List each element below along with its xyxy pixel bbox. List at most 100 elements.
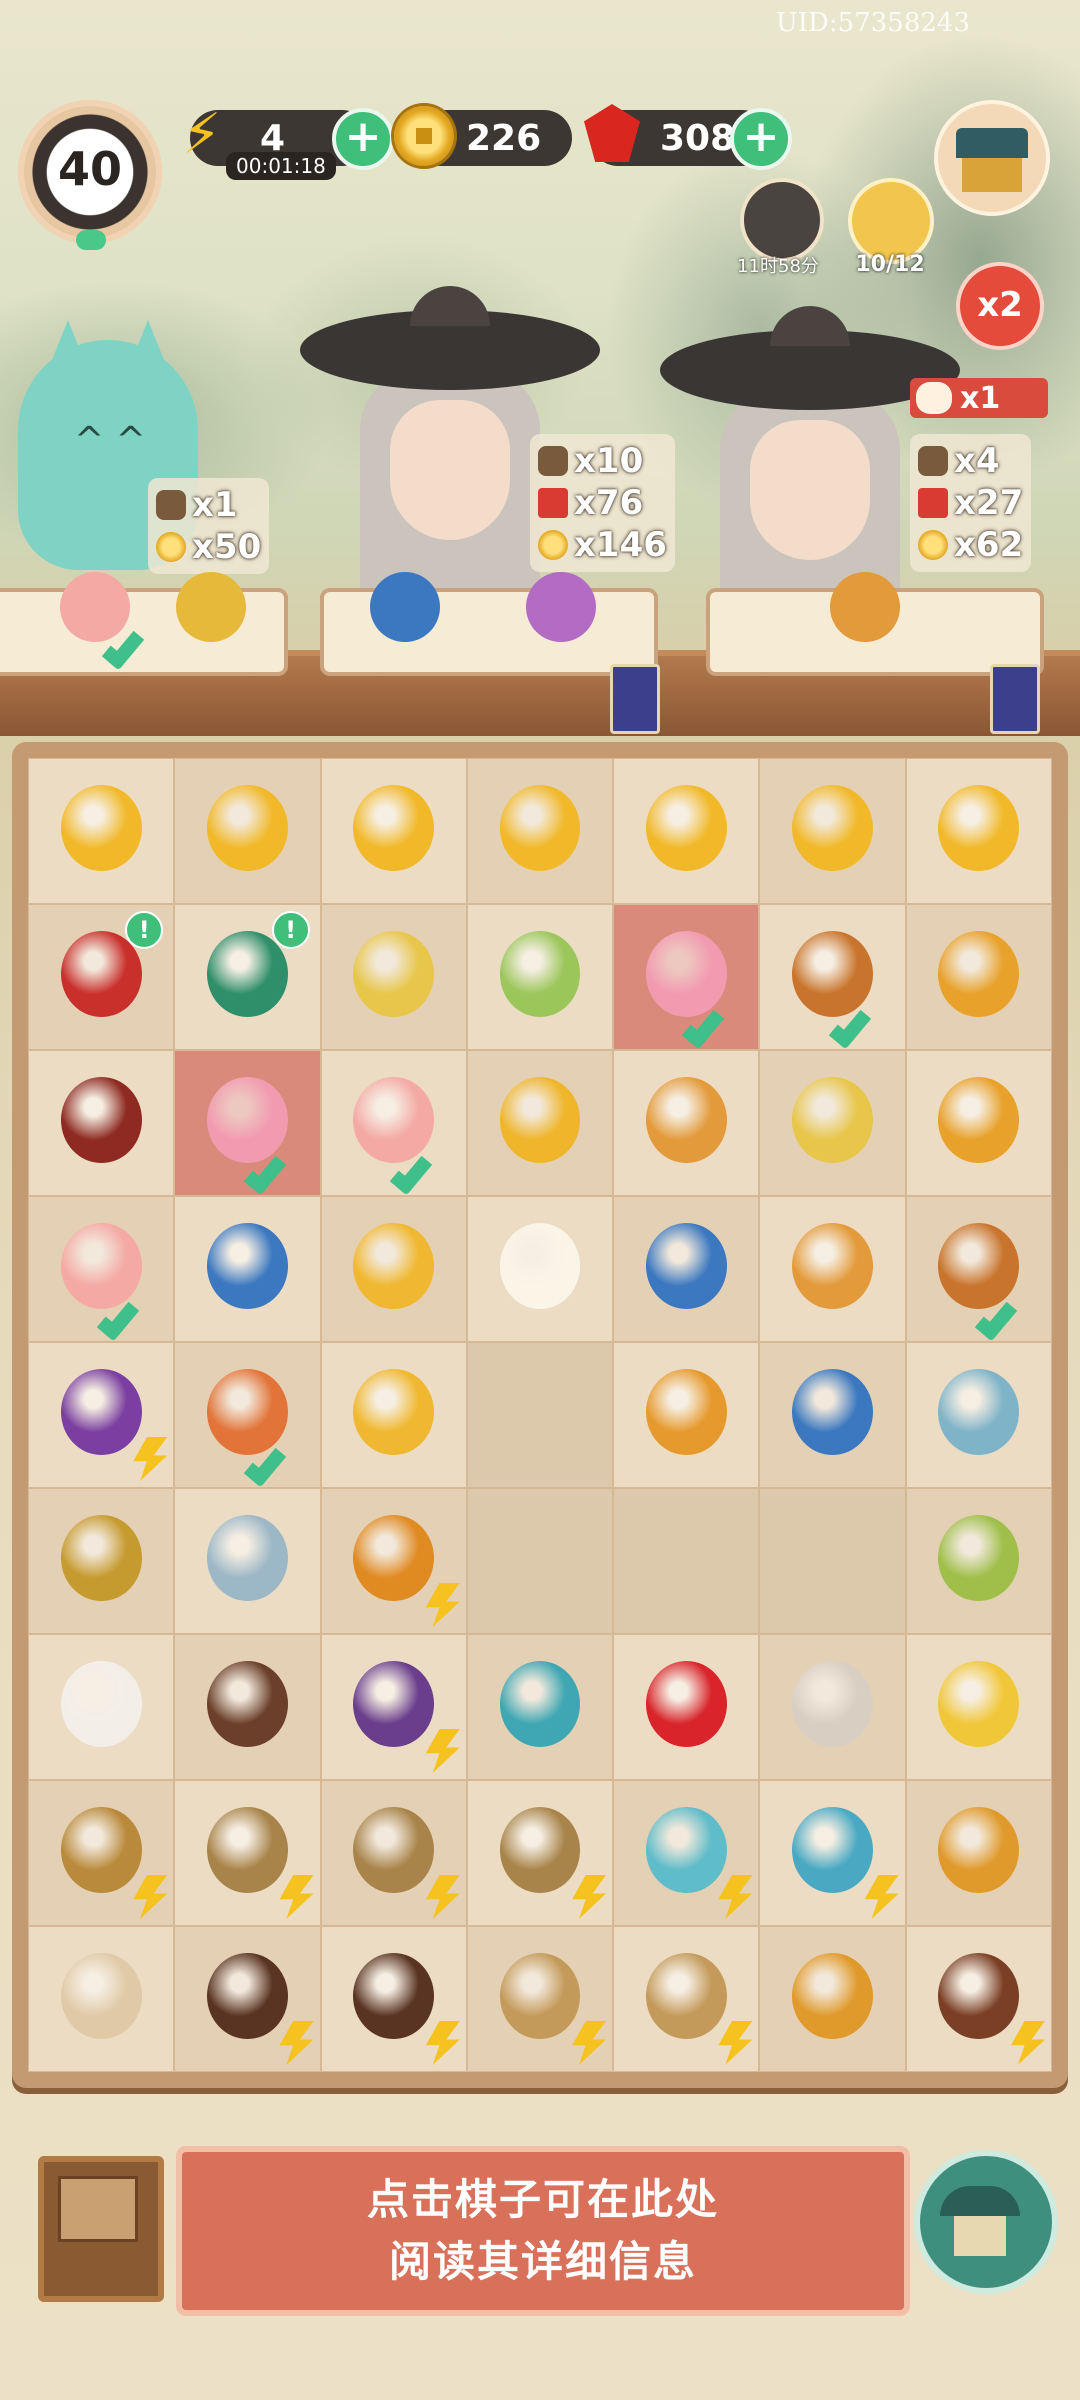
board-cell[interactable] — [174, 1196, 321, 1342]
pot-event-timer: 11时58分 — [737, 256, 819, 277]
feather-icon — [207, 1514, 288, 1602]
board-cell[interactable] — [759, 1050, 906, 1196]
board-cell[interactable] — [905, 1196, 1052, 1342]
board-cell[interactable] — [466, 1196, 614, 1342]
board-cell[interactable] — [320, 758, 467, 904]
board-cell[interactable] — [905, 1342, 1052, 1488]
check-icon — [835, 999, 899, 1047]
board-cell[interactable] — [613, 904, 760, 1050]
board-cell[interactable] — [905, 1634, 1052, 1780]
coin-pair-icon — [353, 1222, 435, 1310]
tea-cup-icon — [370, 572, 440, 642]
board-cell[interactable] — [320, 1634, 467, 1780]
board-cell[interactable] — [466, 1634, 614, 1780]
board-cell[interactable] — [613, 1634, 760, 1780]
check-icon — [250, 1145, 314, 1193]
coin-pile-icon — [207, 784, 288, 872]
board-cell[interactable] — [759, 1196, 906, 1342]
loom-icon — [353, 1660, 435, 1748]
board-cell[interactable] — [613, 1050, 760, 1196]
board-cell[interactable] — [613, 1196, 760, 1342]
lightning-icon — [425, 1729, 460, 1773]
board-cell[interactable] — [613, 1488, 760, 1634]
add-energy-button[interactable]: + — [332, 108, 394, 170]
tea-soup-bowl-icon — [499, 930, 581, 1018]
coin-icon — [156, 532, 186, 562]
board-cell[interactable] — [613, 758, 760, 904]
board-cell[interactable] — [905, 1780, 1052, 1926]
board-cell[interactable] — [174, 1634, 321, 1780]
board-cell[interactable] — [466, 1780, 614, 1926]
board-cell[interactable] — [320, 1488, 467, 1634]
board-cell[interactable] — [905, 1050, 1052, 1196]
add-gems-button[interactable]: + — [730, 108, 792, 170]
cooking-pot-event-button[interactable] — [740, 178, 824, 262]
board-grid: !! — [28, 758, 1052, 2072]
board-cell[interactable] — [759, 1926, 906, 2072]
coin-stack-icon — [499, 1076, 581, 1164]
lightning-icon — [425, 2021, 460, 2065]
gold-ring-icon — [176, 572, 246, 642]
board-cell[interactable] — [320, 1196, 467, 1342]
board-cell[interactable] — [759, 758, 906, 904]
hen-nest-icon — [792, 1952, 873, 2040]
scroll-bag-icon[interactable] — [610, 664, 660, 734]
board-cell[interactable] — [905, 758, 1052, 904]
board-cell[interactable]: ! — [174, 904, 321, 1050]
board-cell[interactable] — [174, 1780, 321, 1926]
energy-jar-icon — [353, 1514, 435, 1602]
board-cell[interactable] — [466, 1488, 614, 1634]
board-cell[interactable] — [28, 1634, 175, 1780]
board-cell[interactable] — [466, 1050, 614, 1196]
board-cell[interactable] — [905, 1488, 1052, 1634]
shop-button[interactable] — [934, 100, 1050, 216]
board-cell[interactable] — [466, 1926, 614, 2072]
board-cell[interactable] — [320, 1342, 467, 1488]
check-icon — [688, 999, 752, 1047]
board-cell[interactable] — [174, 1926, 321, 2072]
egg-fried-rice-icon — [830, 572, 900, 642]
energy-timer: 00:01:18 — [226, 152, 336, 180]
double-reward-button[interactable]: x2 — [956, 262, 1044, 350]
board-cell[interactable] — [174, 1342, 321, 1488]
board-cell[interactable] — [320, 904, 467, 1050]
coin-pile-icon — [645, 784, 727, 872]
board-cell[interactable] — [174, 1050, 321, 1196]
board-cell[interactable] — [759, 1488, 906, 1634]
board-cell[interactable] — [759, 1780, 906, 1926]
board-cell[interactable] — [466, 904, 614, 1050]
board-cell[interactable] — [466, 1342, 614, 1488]
board-cell[interactable] — [320, 1926, 467, 2072]
player-level: 40 — [57, 142, 122, 196]
board-cell[interactable] — [28, 1926, 175, 2072]
board-cell[interactable] — [174, 1488, 321, 1634]
board-cell[interactable] — [28, 1488, 175, 1634]
board-cell[interactable] — [28, 758, 175, 904]
board-cell[interactable] — [174, 758, 321, 904]
board-cell[interactable] — [320, 1050, 467, 1196]
board-cell[interactable] — [905, 1926, 1052, 2072]
coin-pile-icon — [499, 784, 581, 872]
coin-icon — [918, 530, 948, 560]
fried-rice-bowl-icon — [353, 930, 435, 1018]
ruby-icon — [645, 1660, 727, 1748]
board-cell[interactable] — [28, 1050, 175, 1196]
board-cell[interactable] — [613, 1342, 760, 1488]
lightning-icon — [279, 2021, 314, 2065]
storage-cabinet-button[interactable] — [38, 2156, 164, 2302]
board-cell[interactable] — [613, 1780, 760, 1926]
player-level-badge[interactable]: 40 — [18, 100, 162, 250]
board-cell[interactable] — [320, 1780, 467, 1926]
scroll-bag-icon[interactable] — [990, 664, 1040, 734]
board-cell[interactable]: ! — [28, 904, 175, 1050]
board-cell[interactable] — [28, 1780, 175, 1926]
board-cell[interactable] — [28, 1342, 175, 1488]
board-cell[interactable] — [905, 904, 1052, 1050]
board-cell[interactable] — [28, 1196, 175, 1342]
board-cell[interactable] — [759, 1342, 906, 1488]
pavilion-button[interactable] — [914, 2150, 1058, 2294]
board-cell[interactable] — [759, 1634, 906, 1780]
board-cell[interactable] — [466, 758, 614, 904]
board-cell[interactable] — [613, 1926, 760, 2072]
board-cell[interactable] — [759, 904, 906, 1050]
